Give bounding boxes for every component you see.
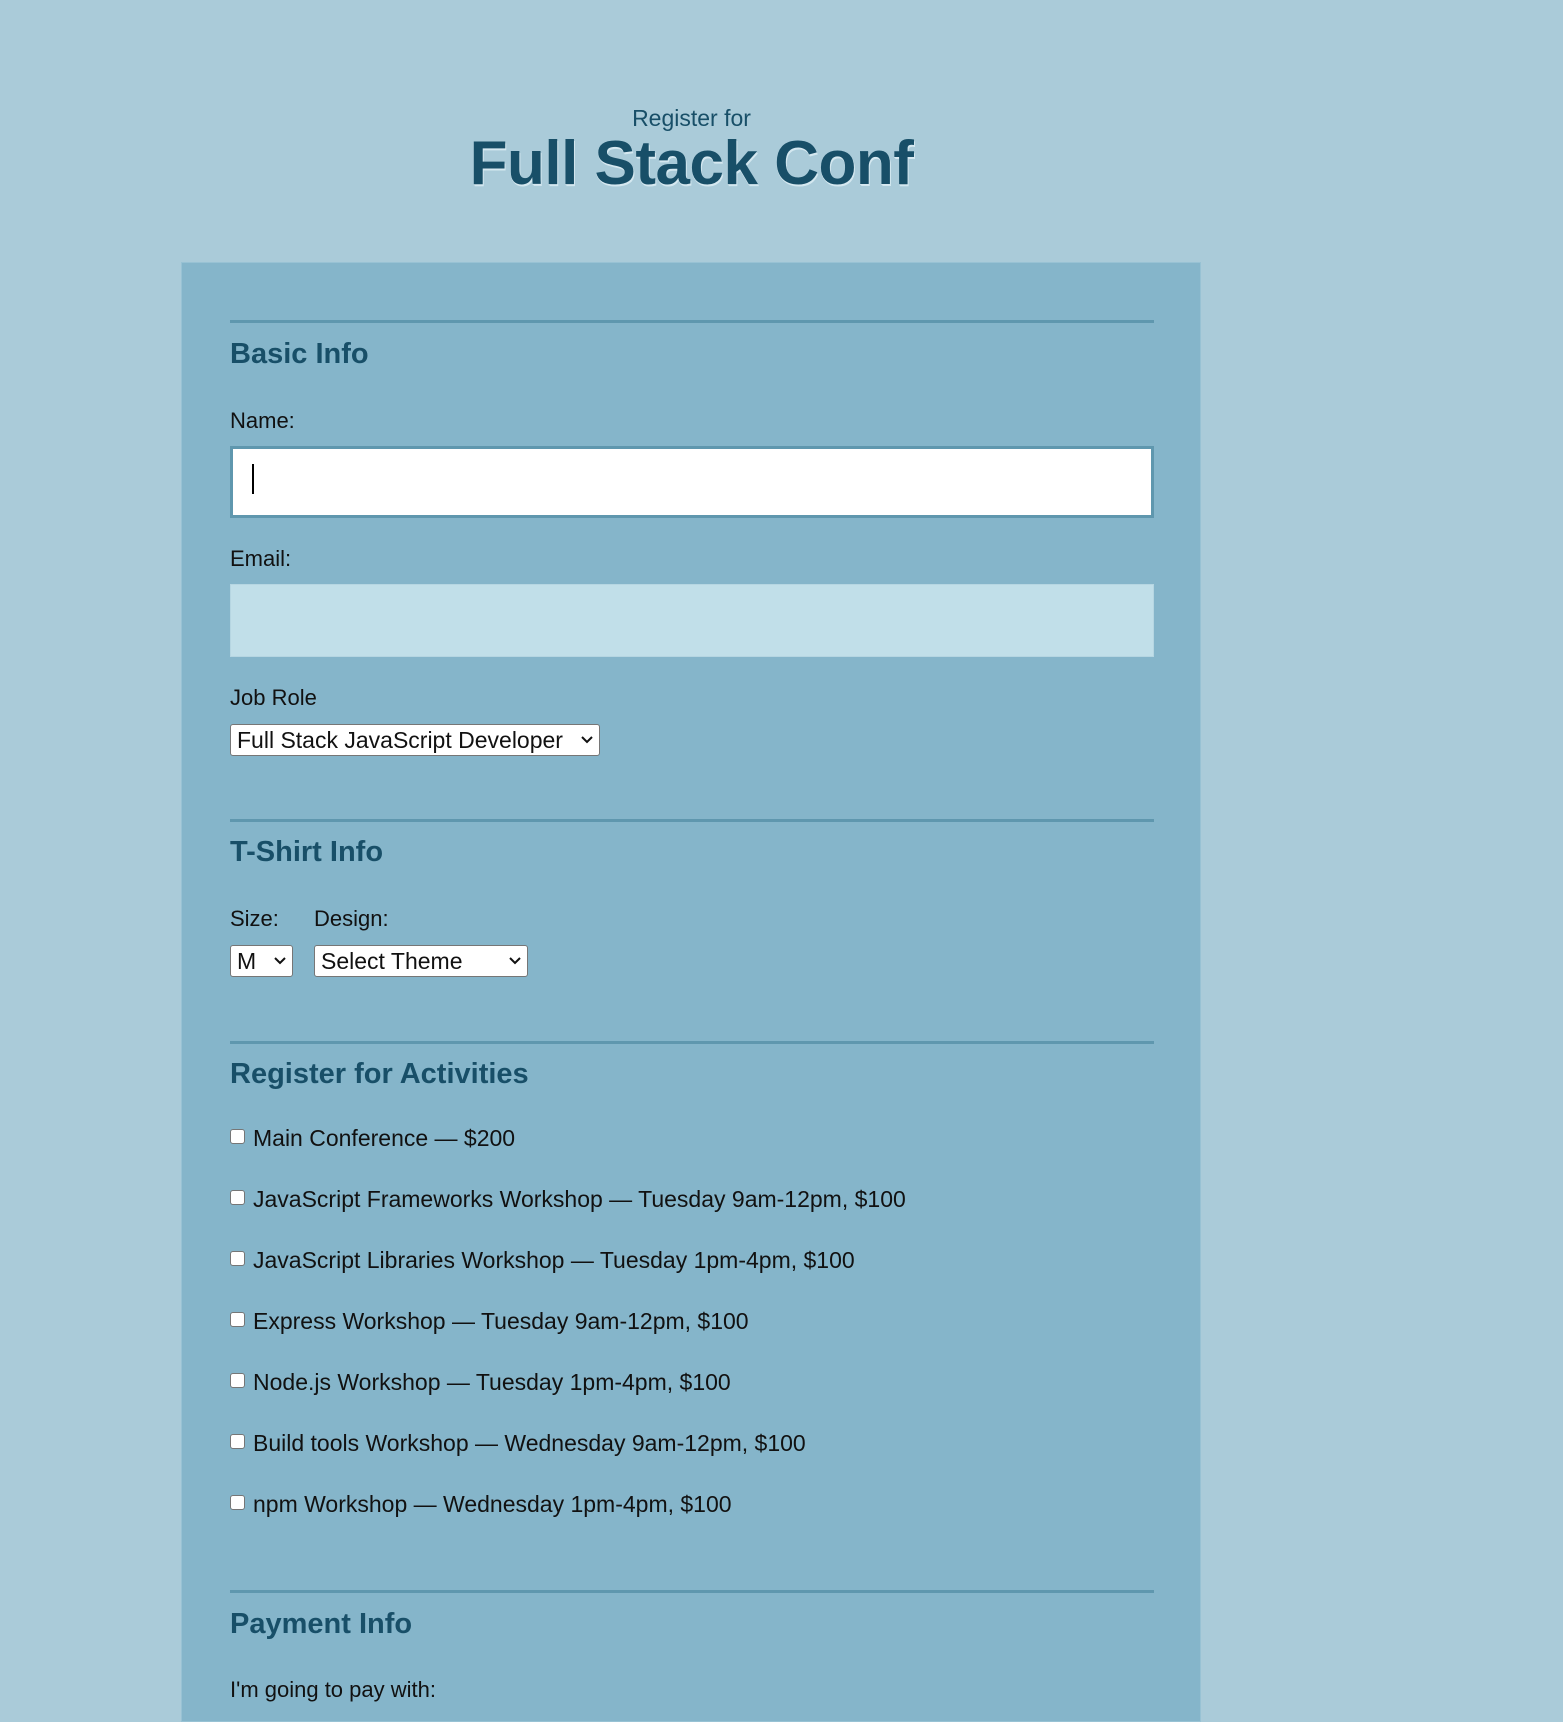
activity-item[interactable]: npm Workshop — Wednesday 1pm-4pm, $100 — [230, 1491, 732, 1518]
activity-item[interactable]: JavaScript Frameworks Workshop — Tuesday… — [230, 1186, 906, 1213]
activities-heading: Register for Activities — [230, 1058, 529, 1090]
activity-checkbox[interactable] — [230, 1373, 245, 1388]
page-title: Full Stack Conf — [469, 129, 914, 198]
section-divider — [230, 1041, 1154, 1044]
activity-item[interactable]: JavaScript Libraries Workshop — Tuesday … — [230, 1247, 855, 1274]
size-select[interactable]: M — [230, 945, 293, 977]
job-role-label: Job Role — [230, 685, 317, 710]
activity-checkbox[interactable] — [230, 1495, 245, 1510]
name-input[interactable] — [230, 446, 1154, 518]
tshirt-info-heading: T-Shirt Info — [230, 836, 384, 868]
text-cursor — [252, 464, 254, 494]
size-label: Size: — [230, 906, 279, 931]
activity-checkbox[interactable] — [230, 1190, 245, 1205]
design-select[interactable]: Select Theme — [314, 945, 528, 977]
activity-item[interactable]: Node.js Workshop — Tuesday 1pm-4pm, $100 — [230, 1369, 731, 1396]
job-role-select[interactable]: Full Stack JavaScript Developer — [230, 724, 600, 756]
section-divider — [230, 1590, 1154, 1593]
email-label: Email: — [230, 546, 292, 571]
name-field-wrap — [230, 446, 1154, 518]
activity-label: npm Workshop — Wednesday 1pm-4pm, $100 — [253, 1491, 732, 1517]
activity-checkbox[interactable] — [230, 1312, 245, 1327]
pay-with-label: I'm going to pay with: — [230, 1677, 436, 1702]
activity-label: Build tools Workshop — Wednesday 9am-12p… — [253, 1430, 806, 1456]
basic-info-heading: Basic Info — [230, 338, 369, 370]
activity-item[interactable]: Build tools Workshop — Wednesday 9am-12p… — [230, 1430, 806, 1457]
payment-info-heading: Payment Info — [230, 1608, 413, 1640]
registration-form: Basic Info Name: Email: Job Role Full St… — [181, 262, 1201, 1722]
activity-label: Express Workshop — Tuesday 9am-12pm, $10… — [253, 1308, 749, 1334]
design-label: Design: — [314, 906, 389, 931]
job-role-selected: Full Stack JavaScript Developer — [237, 726, 563, 753]
design-selected: Select Theme — [321, 947, 463, 974]
activity-checkbox[interactable] — [230, 1129, 245, 1144]
activity-item[interactable]: Main Conference — $200 — [230, 1125, 515, 1152]
chevron-down-icon — [573, 736, 593, 744]
activity-label: Main Conference — $200 — [253, 1125, 516, 1151]
chevron-down-icon — [266, 957, 286, 965]
activity-checkbox[interactable] — [230, 1434, 245, 1449]
activity-label: Node.js Workshop — Tuesday 1pm-4pm, $100 — [253, 1369, 731, 1395]
section-divider — [230, 320, 1154, 323]
size-selected: M — [237, 947, 257, 974]
name-label: Name: — [230, 408, 295, 433]
activity-checkbox[interactable] — [230, 1251, 245, 1266]
activity-item[interactable]: Express Workshop — Tuesday 9am-12pm, $10… — [230, 1308, 749, 1335]
email-input[interactable] — [230, 584, 1154, 657]
activity-label: JavaScript Libraries Workshop — Tuesday … — [253, 1247, 855, 1273]
section-divider — [230, 819, 1154, 822]
chevron-down-icon — [501, 957, 521, 965]
activity-label: JavaScript Frameworks Workshop — Tuesday… — [253, 1186, 906, 1212]
